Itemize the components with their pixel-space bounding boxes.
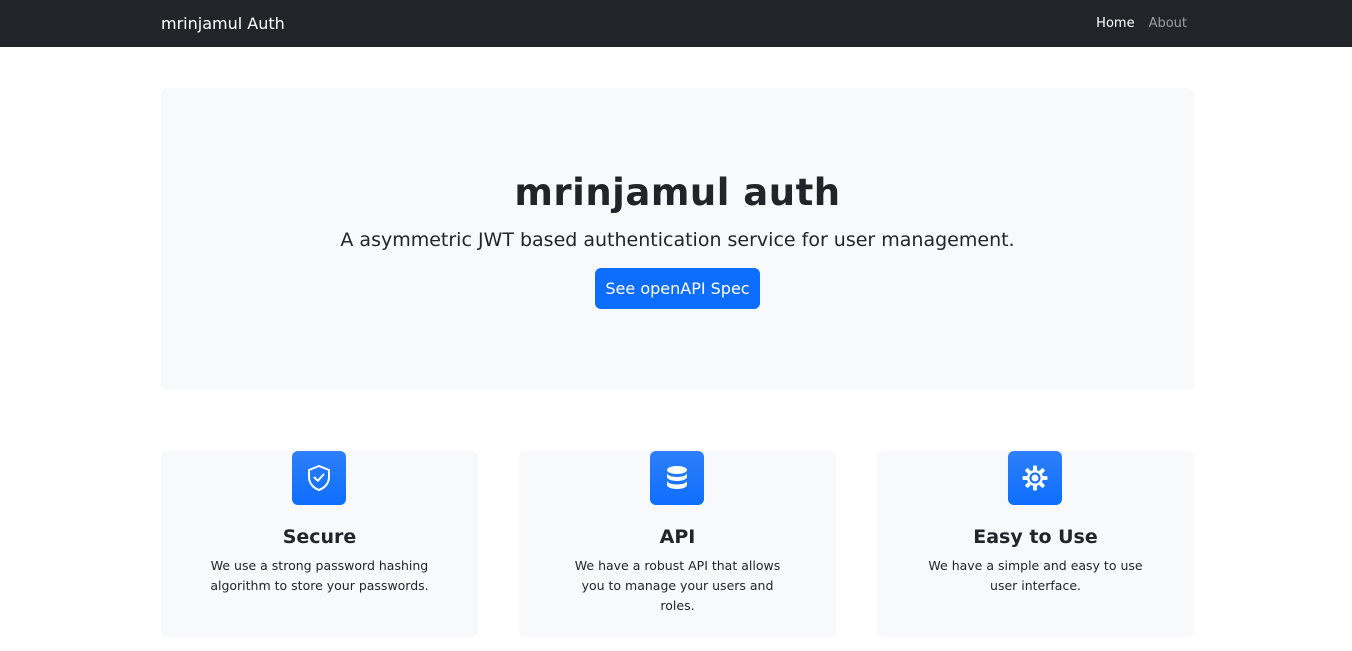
feature-card-api: API We have a robust API that allows you… [519, 451, 836, 637]
database-icon [650, 451, 704, 505]
feature-card-secure: Secure We use a strong password hashing … [161, 451, 478, 637]
hero-panel: mrinjamul auth A asymmetric JWT based au… [161, 88, 1194, 390]
navbar: mrinjamul Auth Home About [0, 0, 1352, 47]
nav-link-about[interactable]: About [1149, 15, 1187, 33]
feature-text: We have a simple and easy to use user in… [928, 558, 1143, 593]
hero-lead: A asymmetric JWT based authentication se… [340, 229, 1015, 251]
feature-card-easy-to-use: Easy to Use We have a simple and easy to… [877, 451, 1194, 637]
feature-text: We use a strong password hashing algorit… [210, 558, 429, 593]
nav-link-home[interactable]: Home [1096, 15, 1134, 33]
feature-title: API [659, 526, 696, 548]
nav-links: Home About [1096, 15, 1187, 33]
feature-title: Easy to Use [973, 526, 1098, 548]
hero-title: mrinjamul auth [514, 171, 841, 214]
brand-link[interactable]: mrinjamul Auth [161, 13, 285, 35]
feature-title: Secure [282, 526, 357, 548]
gear-icon [1008, 451, 1062, 505]
shield-check-icon [292, 451, 346, 505]
feature-text: We have a robust API that allows you to … [574, 558, 781, 613]
openapi-spec-button[interactable]: See openAPI Spec [595, 268, 760, 309]
